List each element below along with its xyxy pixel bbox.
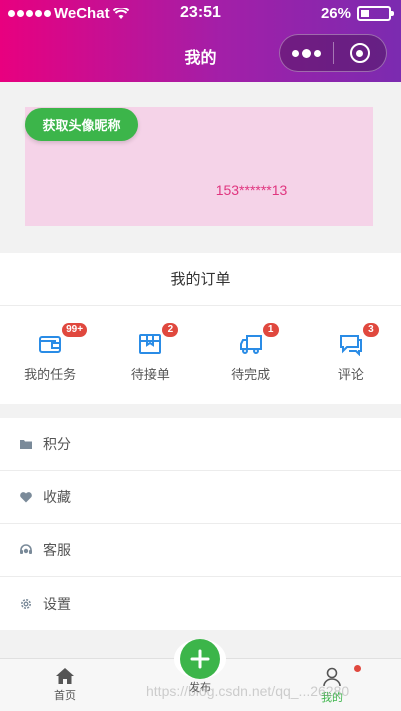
box-icon xyxy=(139,334,162,354)
menu-list: 积分 收藏 客服 设置 xyxy=(0,418,401,630)
order-grid: 我的任务 99+ 待接单 2 待完成 1 评论 3 xyxy=(0,306,401,404)
order-item-pending-complete[interactable]: 待完成 1 xyxy=(201,306,301,404)
battery-group: 26% xyxy=(320,5,394,22)
menu-item-customer-service[interactable]: 客服 xyxy=(0,524,401,577)
wallet-icon xyxy=(39,336,62,353)
close-miniprogram-button[interactable] xyxy=(334,35,386,71)
order-item-label: 待接单 xyxy=(130,367,170,382)
battery-percent: 26% xyxy=(320,5,351,22)
count-badge: 2 xyxy=(162,323,179,337)
notification-dot xyxy=(354,665,361,672)
order-item-label: 我的任务 xyxy=(24,367,77,382)
gear-icon xyxy=(21,598,31,609)
get-avatar-button[interactable]: 获取头像昵称 xyxy=(25,108,138,141)
home-icon xyxy=(56,668,74,684)
chat-icon xyxy=(339,335,362,356)
target-icon xyxy=(349,43,370,63)
tab-label: 首页 xyxy=(54,690,76,702)
headset-icon xyxy=(20,544,32,554)
orders-title[interactable]: 我的订单 xyxy=(0,253,401,306)
orders-section: 我的订单 我的任务 99+ 待接单 2 待完成 1 评论 3 xyxy=(0,253,401,404)
menu-item-favorites[interactable]: 收藏 xyxy=(0,471,401,524)
watermark: https://blog.csdn.net/qq_...26280 xyxy=(146,683,350,699)
menu-item-label: 收藏 xyxy=(43,489,71,505)
order-item-pending-accept[interactable]: 待接单 2 xyxy=(100,306,200,404)
plus-icon xyxy=(190,649,210,669)
menu-item-label: 客服 xyxy=(43,542,71,558)
tab-home[interactable]: 首页 xyxy=(40,659,90,711)
menu-item-settings[interactable]: 设置 xyxy=(0,577,401,630)
menu-item-points[interactable]: 积分 xyxy=(0,418,401,471)
folder-icon xyxy=(20,440,32,449)
battery-icon xyxy=(357,6,394,21)
count-badge: 3 xyxy=(362,323,379,337)
order-item-label: 评论 xyxy=(337,367,364,382)
publish-button[interactable] xyxy=(174,639,226,679)
header-bar: WeChat 23:51 26% 我的 xyxy=(0,0,401,82)
menu-item-label: 设置 xyxy=(43,595,71,612)
count-badge: 99+ xyxy=(62,323,88,337)
menu-item-label: 积分 xyxy=(43,436,71,452)
heart-icon xyxy=(20,492,32,503)
count-badge: 1 xyxy=(262,323,279,337)
order-item-my-tasks[interactable]: 我的任务 99+ xyxy=(0,306,100,404)
order-item-label: 待完成 xyxy=(231,367,271,382)
phone-number: 153******13 xyxy=(215,182,288,198)
truck-icon xyxy=(239,335,262,354)
more-button[interactable] xyxy=(280,35,333,71)
status-bar: WeChat 23:51 26% xyxy=(0,0,401,26)
order-item-comments[interactable]: 评论 3 xyxy=(301,306,401,404)
miniprogram-capsule xyxy=(279,34,387,72)
